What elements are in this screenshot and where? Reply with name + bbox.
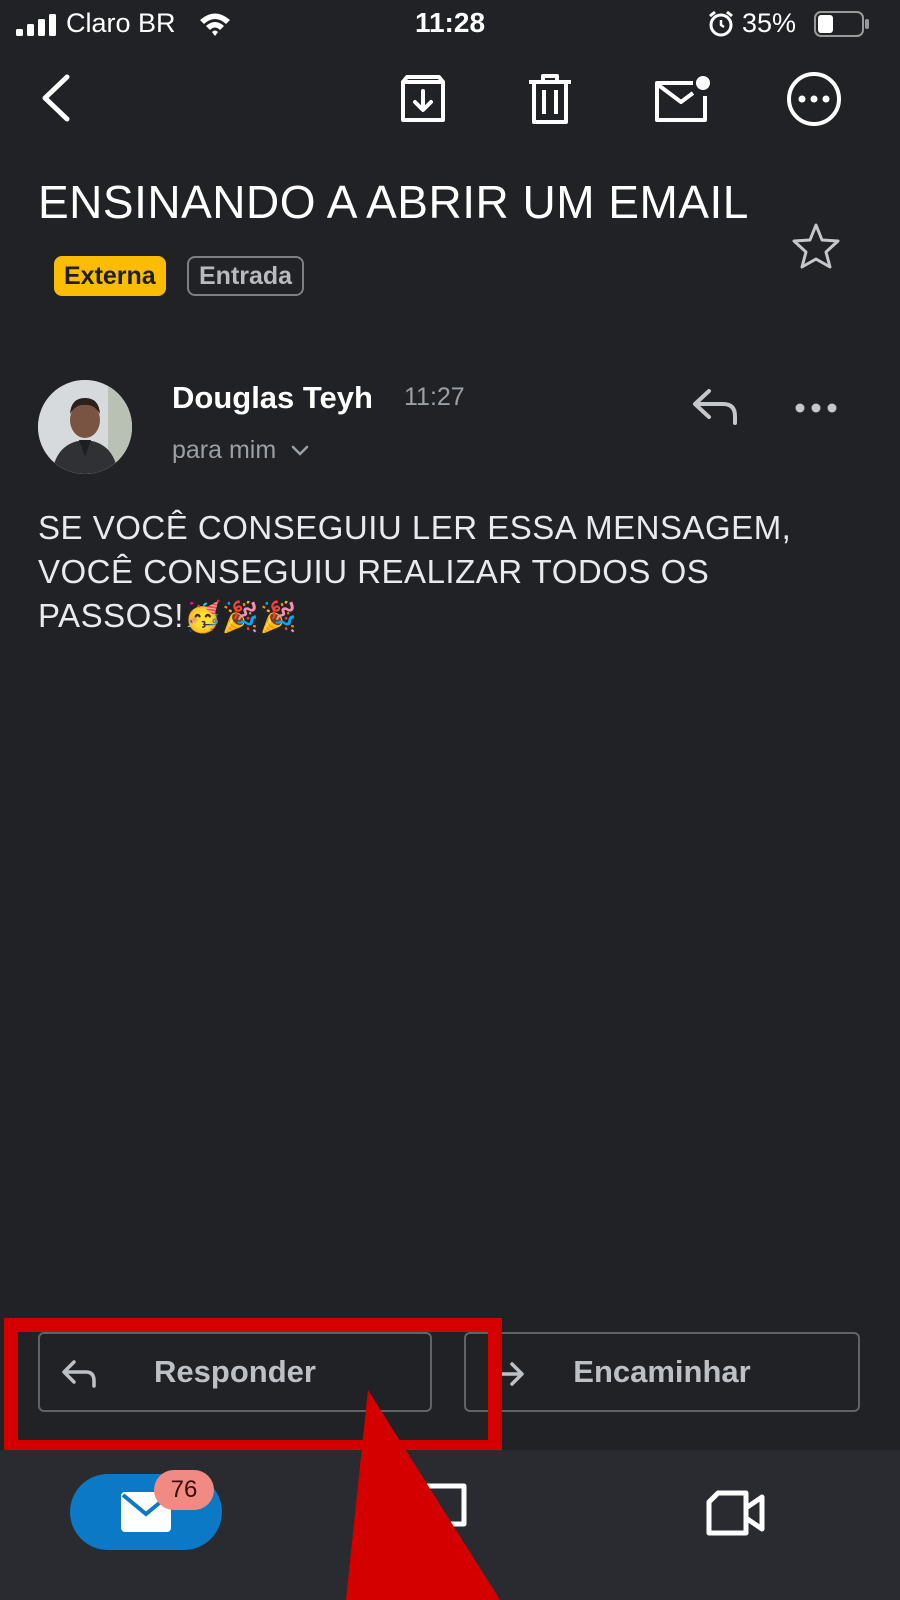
archive-icon [401,75,445,122]
mark-unread-icon [655,76,710,122]
message-text: SE VOCÊ CONSEGUIU LER ESSA MENSAGEM, VOC… [38,509,792,634]
status-bar: Claro BR 11:28 35% [0,0,900,50]
celebration-emojis: 🥳🎉🎉 [183,600,298,635]
message-body: SE VOCÊ CONSEGUIU LER ESSA MENSAGEM, VOC… [38,506,858,640]
sent-time: 11:27 [404,383,465,411]
archive-button[interactable] [396,72,450,126]
email-subject: ENSINANDO A ABRIR UM EMAIL Externa Entra… [38,164,758,316]
label-externa[interactable]: Externa [54,255,166,296]
sender-name[interactable]: Douglas Teyh [172,380,373,416]
back-button[interactable] [30,70,80,126]
reply-icon [62,1360,96,1388]
more-horizontal-icon [795,403,837,413]
star-icon [792,223,840,269]
chat-icon[interactable] [422,1482,468,1538]
more-options-button[interactable] [785,70,843,128]
chevron-down-icon [291,446,309,457]
battery-icon [814,11,869,37]
mark-unread-button[interactable] [652,72,712,126]
unread-count-badge: 76 [154,1470,214,1510]
back-arrow-icon [42,74,70,122]
more-options-icon [787,72,841,126]
reply-icon [693,389,737,425]
trash-icon [529,74,571,124]
reply-button[interactable]: Responder [38,1332,432,1412]
star-button[interactable] [790,220,842,272]
alarm-icon [709,10,733,37]
sender-avatar[interactable] [38,380,132,474]
battery-percentage: 35% [742,8,797,38]
recipient-text: para mim [172,436,277,464]
message-more-button[interactable] [792,388,840,428]
forward-button[interactable]: Encaminhar [464,1332,860,1412]
forward-icon [488,1362,524,1386]
subject-text: ENSINANDO A ABRIR UM EMAIL [38,176,748,228]
delete-button[interactable] [525,72,575,126]
meet-icon[interactable] [706,1490,766,1536]
recipient-details[interactable]: para mim [172,436,309,465]
avatar-photo [38,380,132,474]
reply-icon-button[interactable] [688,384,742,430]
label-entrada[interactable]: Entrada [187,255,305,296]
